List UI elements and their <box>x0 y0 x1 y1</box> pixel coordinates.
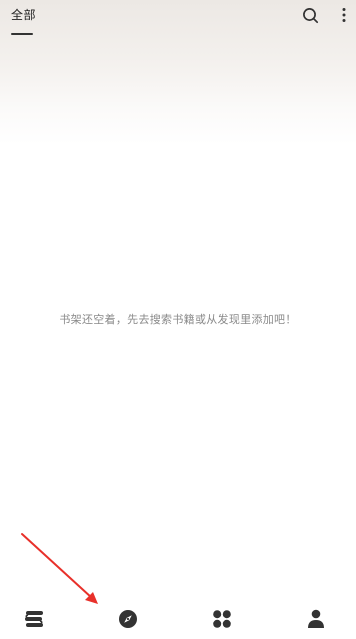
search-icon <box>302 7 318 23</box>
top-bar: 全部 <box>0 0 356 44</box>
person-icon <box>308 609 324 628</box>
empty-shelf-message: 书架还空着，先去搜索书籍或从发现里添加吧！ <box>59 313 297 326</box>
compass-icon <box>119 610 137 628</box>
nav-explore[interactable] <box>210 607 234 631</box>
more-button[interactable] <box>337 5 351 25</box>
more-vertical-icon <box>342 8 346 22</box>
bottom-nav <box>0 600 356 639</box>
tab-all-label: 全部 <box>11 8 37 22</box>
tab-indicator <box>11 33 33 35</box>
nav-profile[interactable] <box>304 607 328 631</box>
bookshelf-icon <box>25 611 43 627</box>
nav-bookshelf[interactable] <box>22 607 46 631</box>
tab-all[interactable]: 全部 <box>11 6 36 23</box>
grid-icon <box>213 610 231 628</box>
nav-discover[interactable] <box>116 607 140 631</box>
search-button[interactable] <box>300 5 320 25</box>
